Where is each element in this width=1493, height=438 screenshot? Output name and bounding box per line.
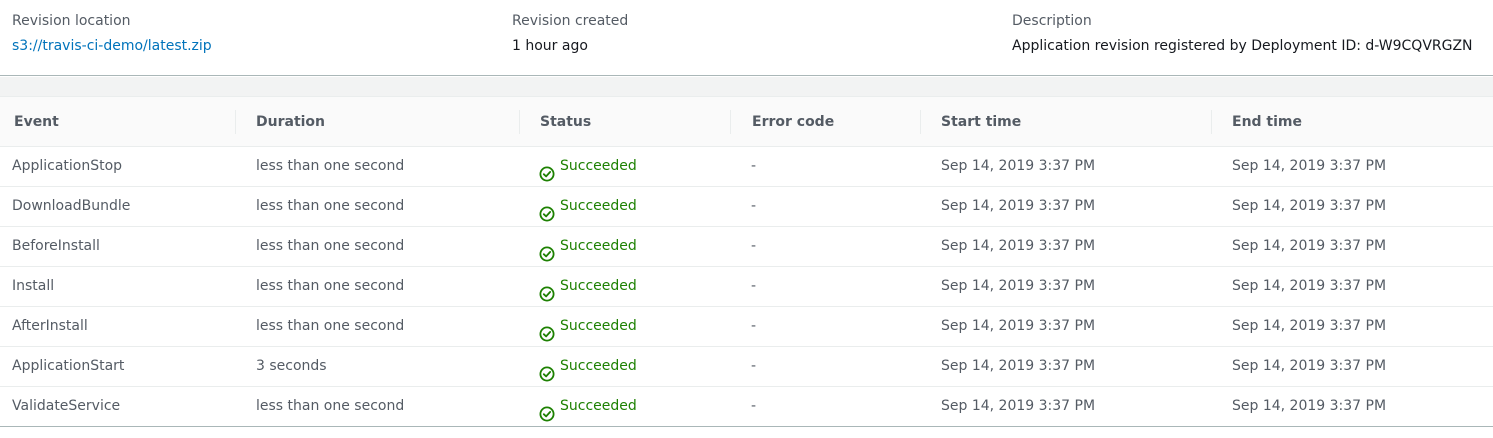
- revision-summary: Revision location s3://travis-ci-demo/la…: [0, 0, 1493, 76]
- error-code: -: [751, 278, 757, 294]
- end-time: Sep 14, 2019 3:37 PM: [1232, 278, 1387, 294]
- lifecycle-events-table: Event Duration Status Error code Start t…: [0, 96, 1493, 427]
- status-text: Succeeded: [560, 318, 637, 334]
- error-code: -: [751, 318, 757, 334]
- event-duration: 3 seconds: [256, 358, 327, 374]
- column-separator: [730, 110, 731, 134]
- status-text: Succeeded: [560, 238, 637, 254]
- column-separator: [235, 110, 236, 134]
- error-code: -: [751, 198, 757, 214]
- end-time: Sep 14, 2019 3:37 PM: [1232, 238, 1387, 254]
- check-circle-icon: [539, 399, 555, 421]
- column-header-label: Status: [540, 114, 592, 130]
- error-code: -: [751, 238, 757, 254]
- description-value: Application revision registered by Deplo…: [1012, 38, 1473, 54]
- column-header-duration[interactable]: Duration: [235, 97, 326, 147]
- table-row: AfterInstall less than one second Succee…: [0, 307, 1493, 347]
- table-row: ApplicationStart 3 seconds Succeeded - S…: [0, 347, 1493, 387]
- table-row: ApplicationStop less than one second Suc…: [0, 147, 1493, 187]
- status-text: Succeeded: [560, 158, 637, 174]
- end-time: Sep 14, 2019 3:37 PM: [1232, 358, 1387, 374]
- check-circle-icon: [539, 359, 555, 381]
- column-header-error-code[interactable]: Error code: [730, 97, 835, 147]
- column-separator: [920, 110, 921, 134]
- event-duration: less than one second: [256, 238, 405, 254]
- end-time: Sep 14, 2019 3:37 PM: [1232, 398, 1387, 414]
- status-cell: Succeeded: [539, 307, 637, 346]
- table-row: ValidateService less than one second Suc…: [0, 387, 1493, 427]
- event-name: DownloadBundle: [12, 198, 131, 214]
- status-cell: Succeeded: [539, 267, 637, 306]
- table-header: Event Duration Status Error code Start t…: [0, 97, 1493, 147]
- event-name: AfterInstall: [12, 318, 88, 334]
- revision-location-link[interactable]: s3://travis-ci-demo/latest.zip: [12, 37, 212, 55]
- column-header-label: Error code: [752, 114, 835, 130]
- start-time: Sep 14, 2019 3:37 PM: [941, 198, 1096, 214]
- table-body: ApplicationStop less than one second Suc…: [0, 147, 1493, 427]
- start-time: Sep 14, 2019 3:37 PM: [941, 278, 1096, 294]
- column-separator: [1211, 110, 1212, 134]
- event-duration: less than one second: [256, 318, 405, 334]
- status-cell: Succeeded: [539, 187, 637, 226]
- status-cell: Succeeded: [539, 387, 637, 426]
- end-time: Sep 14, 2019 3:37 PM: [1232, 198, 1387, 214]
- event-name: Install: [12, 278, 55, 294]
- column-header-end-time[interactable]: End time: [1211, 97, 1302, 147]
- status-cell: Succeeded: [539, 347, 637, 386]
- section-divider: [0, 77, 1493, 96]
- revision-location: Revision location s3://travis-ci-demo/la…: [12, 12, 212, 55]
- revision-location-label: Revision location: [12, 13, 131, 29]
- revision-created-label: Revision created: [512, 13, 629, 29]
- event-name: ApplicationStart: [12, 358, 125, 374]
- status-text: Succeeded: [560, 198, 637, 214]
- column-header-label: Duration: [256, 114, 326, 130]
- start-time: Sep 14, 2019 3:37 PM: [941, 318, 1096, 334]
- event-duration: less than one second: [256, 278, 405, 294]
- event-name: ValidateService: [12, 398, 121, 414]
- event-duration: less than one second: [256, 398, 405, 414]
- status-cell: Succeeded: [539, 227, 637, 266]
- check-circle-icon: [539, 239, 555, 261]
- end-time: Sep 14, 2019 3:37 PM: [1232, 318, 1387, 334]
- check-circle-icon: [539, 319, 555, 341]
- column-header-label: End time: [1232, 114, 1302, 130]
- column-header-status[interactable]: Status: [519, 97, 592, 147]
- table-row: BeforeInstall less than one second Succe…: [0, 227, 1493, 267]
- revision-created-value: 1 hour ago: [512, 38, 588, 54]
- description-label: Description: [1012, 13, 1092, 29]
- column-header-label: Event: [14, 114, 59, 130]
- status-cell: Succeeded: [539, 147, 637, 186]
- start-time: Sep 14, 2019 3:37 PM: [941, 158, 1096, 174]
- error-code: -: [751, 358, 757, 374]
- status-text: Succeeded: [560, 358, 637, 374]
- event-name: ApplicationStop: [12, 158, 123, 174]
- error-code: -: [751, 158, 757, 174]
- column-header-event[interactable]: Event: [14, 97, 59, 147]
- event-duration: less than one second: [256, 198, 405, 214]
- revision-description: Description Application revision registe…: [1012, 12, 1473, 55]
- column-separator: [519, 110, 520, 134]
- start-time: Sep 14, 2019 3:37 PM: [941, 358, 1096, 374]
- end-time: Sep 14, 2019 3:37 PM: [1232, 158, 1387, 174]
- start-time: Sep 14, 2019 3:37 PM: [941, 398, 1096, 414]
- column-header-start-time[interactable]: Start time: [920, 97, 1022, 147]
- column-header-label: Start time: [941, 114, 1022, 130]
- check-circle-icon: [539, 279, 555, 301]
- event-duration: less than one second: [256, 158, 405, 174]
- event-name: BeforeInstall: [12, 238, 100, 254]
- error-code: -: [751, 398, 757, 414]
- check-circle-icon: [539, 159, 555, 181]
- table-row: DownloadBundle less than one second Succ…: [0, 187, 1493, 227]
- table-row: Install less than one second Succeeded -…: [0, 267, 1493, 307]
- revision-created: Revision created 1 hour ago: [512, 12, 628, 55]
- start-time: Sep 14, 2019 3:37 PM: [941, 238, 1096, 254]
- check-circle-icon: [539, 199, 555, 221]
- status-text: Succeeded: [560, 398, 637, 414]
- status-text: Succeeded: [560, 278, 637, 294]
